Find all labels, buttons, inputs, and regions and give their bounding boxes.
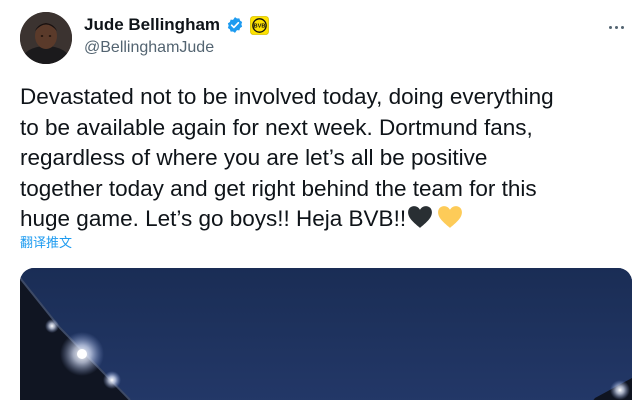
tweet-text: Devastated not to be involved today, doi… — [20, 82, 632, 238]
verified-badge-icon — [226, 16, 244, 34]
bvb-badge-icon[interactable]: BVB — [250, 15, 269, 35]
tweet-card: Jude Bellingham BVB @BellinghamJude Deva… — [0, 0, 640, 400]
tweet-text-line: regardless of where you are let’s all be… — [20, 145, 488, 170]
author-handle[interactable]: @BellinghamJude — [84, 38, 214, 58]
author-name-row: Jude Bellingham BVB — [84, 14, 269, 36]
yellow-heart-emoji — [437, 205, 463, 238]
tweet-text-line: Devastated not to be involved today, doi… — [20, 84, 554, 109]
svg-text:BVB: BVB — [254, 23, 266, 29]
translate-tweet-link[interactable]: 翻译推文 — [20, 235, 72, 251]
black-heart-emoji — [407, 205, 433, 238]
tweet-text-line: together today and get right behind the … — [20, 175, 537, 201]
tweet-text-line: huge game. Let’s go boys!! Heja BVB!! — [20, 206, 407, 231]
more-options-icon[interactable] — [604, 20, 628, 34]
tweet-text-last-line: huge game. Let’s go boys!! Heja BVB!! — [20, 204, 632, 238]
tweet-media-image[interactable] — [20, 268, 632, 400]
tweet-text-line: to be available again for next week. Dor… — [20, 114, 533, 140]
author-display-name[interactable]: Jude Bellingham — [84, 14, 220, 36]
avatar[interactable] — [20, 12, 72, 64]
